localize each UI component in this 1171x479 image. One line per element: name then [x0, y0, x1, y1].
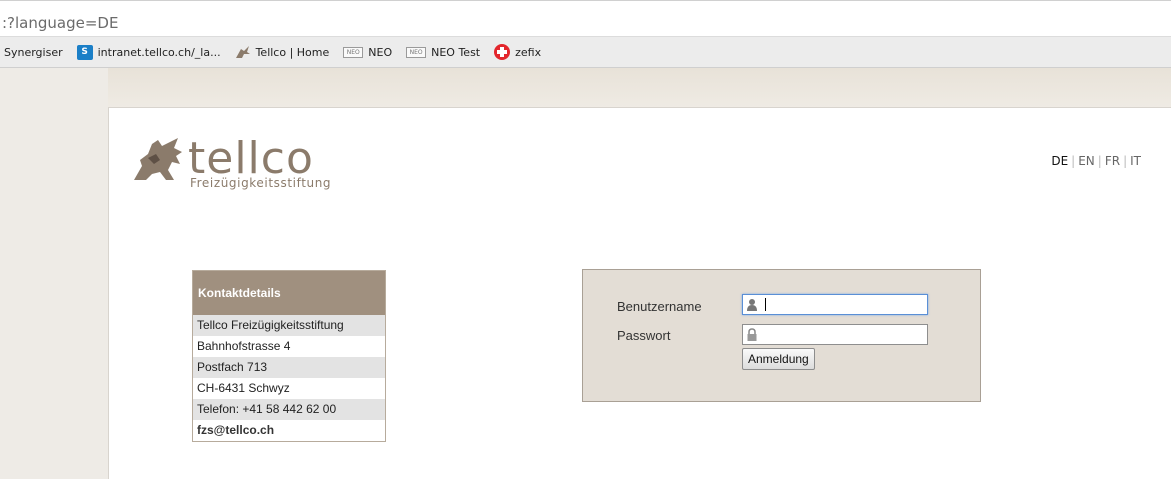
contact-details-box: Kontaktdetails Tellco Freizügigkeitsstif… [192, 270, 386, 442]
neo-icon: NEO [343, 46, 364, 58]
contact-row: Postfach 713 [193, 357, 385, 378]
bookmark-label: NEO [368, 45, 393, 59]
divider: | [1097, 154, 1102, 168]
contact-header: Kontaktdetails [193, 271, 385, 315]
lang-de-link[interactable]: DE [1051, 154, 1068, 168]
tellco-logo[interactable]: tellco Freizügigkeitsstiftung [132, 134, 352, 194]
sharepoint-icon: S [76, 44, 93, 60]
bookmark-tellco-home[interactable]: Tellco | Home [235, 45, 330, 59]
bookmark-label: Tellco | Home [255, 45, 330, 59]
username-label: Benutzername [617, 299, 702, 314]
tellco-icon [235, 46, 250, 58]
username-field[interactable] [742, 294, 928, 315]
contact-email-link[interactable]: fzs@tellco.ch [193, 420, 385, 441]
bookmark-neo[interactable]: NEO NEO [343, 46, 392, 59]
horse-rider-logo-icon [134, 138, 182, 180]
bookmark-synergiser[interactable]: Synergiser [4, 46, 63, 59]
lang-it-link[interactable]: IT [1130, 154, 1141, 168]
password-field[interactable] [742, 324, 928, 345]
bookmark-label: NEO Test [431, 45, 481, 59]
bookmark-neo-test[interactable]: NEO NEO Test [406, 46, 480, 59]
content-panel: tellco Freizügigkeitsstiftung DE | EN | FR | I… [108, 107, 1171, 479]
left-margin [0, 68, 108, 479]
bookmark-label: zefix [515, 45, 542, 59]
lang-en-link[interactable]: EN [1078, 154, 1095, 168]
password-label: Passwort [617, 328, 671, 343]
contact-row: Tellco Freizügigkeitsstiftung [193, 315, 385, 336]
text-caret [765, 298, 766, 311]
swiss-cross-icon [494, 44, 511, 60]
divider: | [1071, 154, 1076, 168]
url-text[interactable]: :?language=DE [2, 14, 118, 32]
neo-icon: NEO [406, 46, 427, 58]
divider: | [1123, 154, 1128, 168]
language-switcher: DE | EN | FR | IT [1051, 154, 1141, 168]
contact-row: CH-6431 Schwyz [197, 381, 290, 395]
login-form: Benutzername Passwort Anmeldung [582, 269, 981, 402]
contact-row: Telefon: +41 58 442 62 00 [193, 399, 385, 420]
logo-subtitle: Freizügigkeitsstiftung [190, 176, 332, 190]
bookmarks-bar: Synergiser S intranet.tellco.ch/_la... T… [0, 36, 1171, 68]
user-icon [747, 299, 757, 311]
login-button[interactable]: Anmeldung [742, 348, 815, 370]
bookmark-label: intranet.tellco.ch/_la... [97, 45, 221, 59]
lang-fr-link[interactable]: FR [1105, 154, 1120, 168]
contact-row: Bahnhofstrasse 4 [197, 339, 291, 353]
address-bar[interactable]: :?language=DE [0, 0, 1171, 36]
bookmark-label: Synergiser [4, 45, 63, 59]
bookmark-zefix[interactable]: zefix [494, 44, 541, 60]
bookmark-intranet[interactable]: S intranet.tellco.ch/_la... [76, 44, 221, 60]
lock-icon [747, 328, 757, 341]
